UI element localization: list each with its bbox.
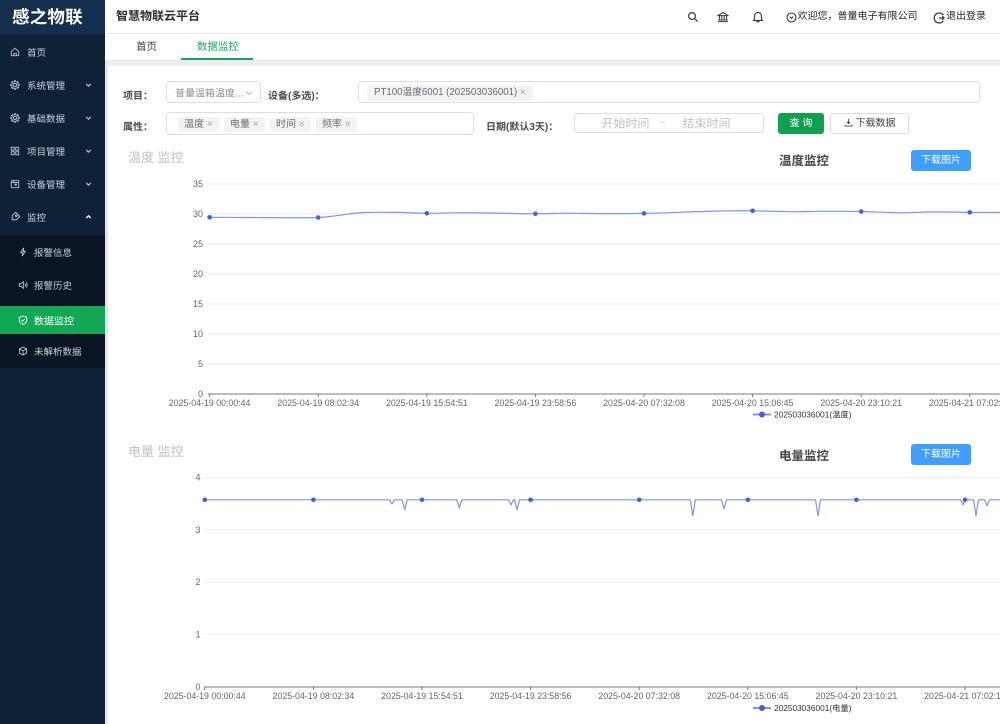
svg-text:202503036001(温度): 202503036001(温度) [774,410,852,420]
svg-text:2025-04-20 23:10:21: 2025-04-20 23:10:21 [816,691,898,701]
svg-text:2025-04-19 15:54:51: 2025-04-19 15:54:51 [381,691,463,701]
svg-text:15: 15 [193,299,203,309]
svg-text:4: 4 [195,472,200,482]
svg-text:2025-04-19 15:54:51: 2025-04-19 15:54:51 [386,398,468,408]
svg-text:5: 5 [198,359,203,369]
svg-text:2: 2 [195,577,200,587]
svg-text:202503036001(电量): 202503036001(电量) [774,703,852,713]
svg-text:3: 3 [195,525,200,535]
svg-text:2025-04-21 07:02:16: 2025-04-21 07:02:16 [924,691,1000,701]
svg-text:10: 10 [193,329,203,339]
svg-text:20: 20 [193,269,203,279]
svg-text:2025-04-20 15:06:45: 2025-04-20 15:06:45 [712,398,794,408]
svg-text:2025-04-19 23:58:56: 2025-04-19 23:58:56 [495,398,577,408]
svg-text:25: 25 [193,239,203,249]
svg-text:1: 1 [195,630,200,640]
svg-text:2025-04-19 08:02:34: 2025-04-19 08:02:34 [277,398,359,408]
svg-text:2025-04-20 15:06:45: 2025-04-20 15:06:45 [707,691,789,701]
svg-text:2025-04-20 07:32:08: 2025-04-20 07:32:08 [598,691,680,701]
svg-text:2025-04-20 23:10:21: 2025-04-20 23:10:21 [820,398,902,408]
svg-text:2025-04-19 23:58:56: 2025-04-19 23:58:56 [490,691,572,701]
svg-text:30: 30 [193,209,203,219]
svg-text:2025-04-19 00:00:44: 2025-04-19 00:00:44 [169,398,251,408]
svg-text:2025-04-20 07:32:08: 2025-04-20 07:32:08 [603,398,685,408]
svg-text:2025-04-21 07:02:16: 2025-04-21 07:02:16 [929,398,1000,408]
svg-text:2025-04-19 00:00:44: 2025-04-19 00:00:44 [164,691,246,701]
svg-text:2025-04-19 08:02:34: 2025-04-19 08:02:34 [273,691,355,701]
svg-text:35: 35 [193,179,203,189]
